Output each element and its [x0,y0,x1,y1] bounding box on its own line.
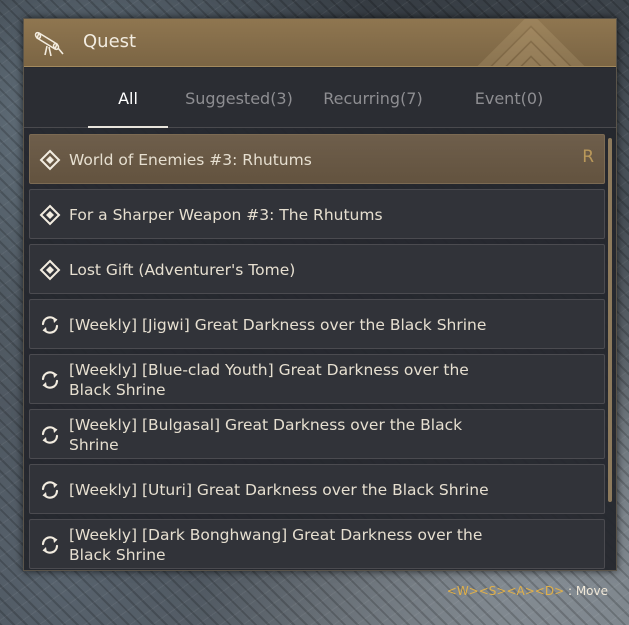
key-hint-keys: <W><S><A><D> [446,584,565,598]
tab-label: Event(0) [474,88,544,108]
tab-suggested[interactable]: Suggested(3) [182,68,296,128]
quest-row[interactable]: [Weekly] [Jigwi] Great Darkness over the… [29,299,605,349]
quest-tabs: All Suggested(3) Recurring(7) Event(0) [24,68,616,128]
quest-diamond-icon [39,259,61,281]
tab-event[interactable]: Event(0) [456,68,562,128]
quest-title: [Weekly] [Dark Bonghwang] Great Darkness… [69,526,483,564]
quest-row[interactable]: [Weekly] [Blue-clad Youth] Great Darknes… [29,354,605,404]
quest-diamond-icon [39,149,61,171]
quest-window: Quest All Suggested(3) Recurring(7) Even… [23,18,617,571]
quest-title: World of Enemies #3: Rhutums [69,151,312,169]
window-title: Quest [83,31,137,52]
key-hint: <W><S><A><D> : Move [447,584,608,598]
quest-diamond-icon [39,204,61,226]
recurring-icon [41,371,59,389]
quest-title: [Weekly] [Bulgasal] Great Darkness over … [69,416,463,454]
key-hint-action: : Move [564,584,608,598]
quest-title: [Weekly] [Blue-clad Youth] Great Darknes… [69,361,469,399]
quest-title: [Weekly] [Uturi] Great Darkness over the… [69,481,489,499]
window-titlebar[interactable]: Quest [24,19,616,67]
quest-row[interactable]: [Weekly] [Uturi] Great Darkness over the… [29,464,605,514]
scroll-icon [34,31,64,57]
quest-title: [Weekly] [Jigwi] Great Darkness over the… [69,316,487,334]
tab-all[interactable]: All [88,68,168,128]
quest-row[interactable]: World of Enemies #3: Rhutums R [29,134,605,184]
quest-list-scrollbar[interactable] [608,138,612,502]
title-chevron-decoration [477,19,585,66]
recurring-icon [41,426,59,444]
quest-row[interactable]: [Weekly] [Bulgasal] Great Darkness over … [29,409,605,459]
recurring-icon [41,536,59,554]
quest-row[interactable]: [Weekly] [Dark Bonghwang] Great Darkness… [29,519,605,569]
quest-title: For a Sharper Weapon #3: The Rhutums [69,206,383,224]
recurring-icon [41,316,59,334]
quest-title: Lost Gift (Adventurer's Tome) [69,261,296,279]
tab-label: All [118,88,138,108]
tab-label: Recurring(7) [323,88,423,108]
tab-recurring[interactable]: Recurring(7) [316,68,430,128]
tab-label: Suggested(3) [185,88,293,108]
quest-list[interactable]: World of Enemies #3: Rhutums R For a Sha… [29,134,605,569]
quest-row[interactable]: For a Sharper Weapon #3: The Rhutums [29,189,605,239]
recurring-icon [41,481,59,499]
quest-row[interactable]: Lost Gift (Adventurer's Tome) [29,244,605,294]
repeatable-badge: R [582,147,594,167]
